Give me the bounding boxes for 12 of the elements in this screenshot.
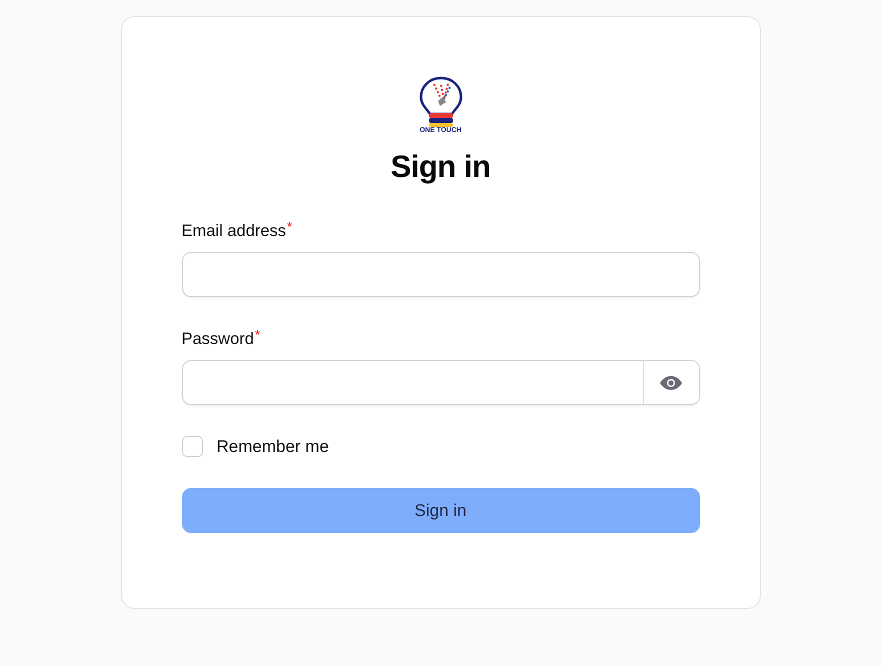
remember-label: Remember me (216, 436, 329, 456)
field-label: Email address (182, 221, 286, 241)
page-title: Sign in (390, 149, 492, 185)
eye-icon (659, 374, 683, 390)
remember-checkbox[interactable] (182, 436, 202, 457)
field-label: Password (182, 329, 254, 349)
sign-in-button[interactable]: Sign in (182, 488, 700, 533)
password-field[interactable] (182, 360, 700, 405)
show-password-button[interactable] (642, 361, 698, 404)
required-mark: * (254, 329, 260, 344)
required-mark: * (287, 221, 292, 236)
email-field[interactable] (182, 252, 700, 297)
